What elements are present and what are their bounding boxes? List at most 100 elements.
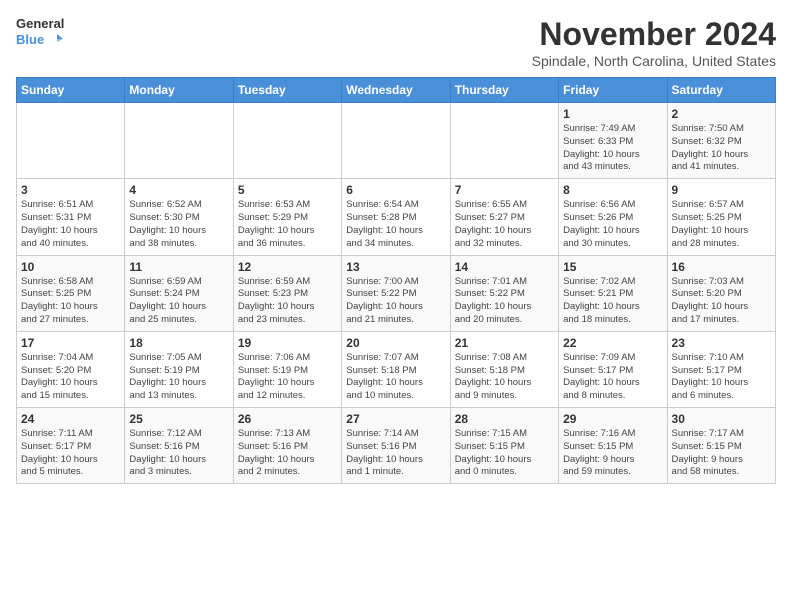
day-number: 19 <box>238 336 337 350</box>
calendar-cell: 29Sunrise: 7:16 AM Sunset: 5:15 PM Dayli… <box>559 408 667 484</box>
day-info: Sunrise: 6:58 AM Sunset: 5:25 PM Dayligh… <box>21 276 120 327</box>
day-info: Sunrise: 7:00 AM Sunset: 5:22 PM Dayligh… <box>346 276 445 327</box>
day-number: 1 <box>563 107 662 121</box>
calendar-cell <box>233 103 341 179</box>
calendar-cell <box>17 103 125 179</box>
title-block: November 2024 Spindale, North Carolina, … <box>532 16 776 69</box>
calendar-cell: 4 Sunrise: 6:52 AM Sunset: 5:30 PM Daylig… <box>125 179 233 255</box>
day-info: Sunrise: 7:09 AM Sunset: 5:17 PM Dayligh… <box>563 352 662 403</box>
calendar-cell: 14Sunrise: 7:01 AM Sunset: 5:22 PM Dayli… <box>450 255 558 331</box>
day-number: 3 <box>21 183 120 197</box>
day-info: Sunrise: 7:03 AM Sunset: 5:20 PM Dayligh… <box>672 276 771 327</box>
day-info: Sunrise: 7:12 AM Sunset: 5:16 PM Dayligh… <box>129 428 228 479</box>
calendar-cell: 3 Sunrise: 6:51 AM Sunset: 5:31 PM Daylig… <box>17 179 125 255</box>
day-number: 6 <box>346 183 445 197</box>
day-number: 28 <box>455 412 554 426</box>
day-number: 17 <box>21 336 120 350</box>
page-header: General Blue November 2024 Spindale, Nor… <box>16 16 776 69</box>
day-number: 30 <box>672 412 771 426</box>
calendar-cell: 16 Sunrise: 7:03 AM Sunset: 5:20 PM Dayli… <box>667 255 775 331</box>
calendar-cell <box>450 103 558 179</box>
day-number: 21 <box>455 336 554 350</box>
week-row-2: 3 Sunrise: 6:51 AM Sunset: 5:31 PM Daylig… <box>17 179 776 255</box>
weekday-thursday: Thursday <box>450 78 558 103</box>
logo: General Blue <box>16 16 64 47</box>
calendar-cell: 23Sunrise: 7:10 AM Sunset: 5:17 PM Dayli… <box>667 331 775 407</box>
day-info: Sunrise: 7:49 AM Sunset: 6:33 PM Dayligh… <box>563 123 662 174</box>
day-info: Sunrise: 6:53 AM Sunset: 5:29 PM Dayligh… <box>238 199 337 250</box>
day-number: 7 <box>455 183 554 197</box>
calendar-cell: 11 Sunrise: 6:59 AM Sunset: 5:24 PM Dayli… <box>125 255 233 331</box>
day-info: Sunrise: 7:15 AM Sunset: 5:15 PM Dayligh… <box>455 428 554 479</box>
day-info: Sunrise: 7:06 AM Sunset: 5:19 PM Dayligh… <box>238 352 337 403</box>
calendar-cell: 8 Sunrise: 6:56 AM Sunset: 5:26 PM Daylig… <box>559 179 667 255</box>
calendar-cell: 22 Sunrise: 7:09 AM Sunset: 5:17 PM Dayli… <box>559 331 667 407</box>
calendar-cell <box>125 103 233 179</box>
day-info: Sunrise: 7:04 AM Sunset: 5:20 PM Dayligh… <box>21 352 120 403</box>
day-number: 24 <box>21 412 120 426</box>
calendar-cell: 28 Sunrise: 7:15 AM Sunset: 5:15 PM Dayli… <box>450 408 558 484</box>
calendar-cell: 27Sunrise: 7:14 AM Sunset: 5:16 PM Dayli… <box>342 408 450 484</box>
day-number: 2 <box>672 107 771 121</box>
day-number: 16 <box>672 260 771 274</box>
weekday-saturday: Saturday <box>667 78 775 103</box>
day-number: 11 <box>129 260 228 274</box>
calendar-cell: 20 Sunrise: 7:07 AM Sunset: 5:18 PM Dayli… <box>342 331 450 407</box>
day-number: 20 <box>346 336 445 350</box>
calendar-cell: 7 Sunrise: 6:55 AM Sunset: 5:27 PM Daylig… <box>450 179 558 255</box>
day-info: Sunrise: 7:07 AM Sunset: 5:18 PM Dayligh… <box>346 352 445 403</box>
day-number: 4 <box>129 183 228 197</box>
calendar-cell: 2 Sunrise: 7:50 AM Sunset: 6:32 PM Daylig… <box>667 103 775 179</box>
day-info: Sunrise: 7:10 AM Sunset: 5:17 PM Dayligh… <box>672 352 771 403</box>
calendar-cell: 24Sunrise: 7:11 AM Sunset: 5:17 PM Dayli… <box>17 408 125 484</box>
calendar-table: SundayMondayTuesdayWednesdayThursdayFrid… <box>16 77 776 484</box>
day-number: 25 <box>129 412 228 426</box>
calendar-cell: 30 Sunrise: 7:17 AM Sunset: 5:15 PM Dayli… <box>667 408 775 484</box>
week-row-1: 1 Sunrise: 7:49 AM Sunset: 6:33 PM Daylig… <box>17 103 776 179</box>
day-number: 22 <box>563 336 662 350</box>
calendar-cell: 1 Sunrise: 7:49 AM Sunset: 6:33 PM Daylig… <box>559 103 667 179</box>
day-number: 15 <box>563 260 662 274</box>
day-info: Sunrise: 7:50 AM Sunset: 6:32 PM Dayligh… <box>672 123 771 174</box>
weekday-tuesday: Tuesday <box>233 78 341 103</box>
calendar-cell: 6 Sunrise: 6:54 AM Sunset: 5:28 PM Daylig… <box>342 179 450 255</box>
day-info: Sunrise: 6:51 AM Sunset: 5:31 PM Dayligh… <box>21 199 120 250</box>
day-info: Sunrise: 6:57 AM Sunset: 5:25 PM Dayligh… <box>672 199 771 250</box>
calendar-cell: 17 Sunrise: 7:04 AM Sunset: 5:20 PM Dayli… <box>17 331 125 407</box>
weekday-monday: Monday <box>125 78 233 103</box>
day-info: Sunrise: 6:59 AM Sunset: 5:24 PM Dayligh… <box>129 276 228 327</box>
calendar-cell: 9Sunrise: 6:57 AM Sunset: 5:25 PM Daylig… <box>667 179 775 255</box>
day-number: 5 <box>238 183 337 197</box>
day-number: 8 <box>563 183 662 197</box>
calendar-cell: 10Sunrise: 6:58 AM Sunset: 5:25 PM Dayli… <box>17 255 125 331</box>
calendar-cell: 19 Sunrise: 7:06 AM Sunset: 5:19 PM Dayli… <box>233 331 341 407</box>
calendar-cell <box>342 103 450 179</box>
day-info: Sunrise: 6:54 AM Sunset: 5:28 PM Dayligh… <box>346 199 445 250</box>
weekday-friday: Friday <box>559 78 667 103</box>
day-number: 29 <box>563 412 662 426</box>
day-number: 13 <box>346 260 445 274</box>
location: Spindale, North Carolina, United States <box>532 53 776 69</box>
day-number: 27 <box>346 412 445 426</box>
week-row-5: 24Sunrise: 7:11 AM Sunset: 5:17 PM Dayli… <box>17 408 776 484</box>
day-info: Sunrise: 7:08 AM Sunset: 5:18 PM Dayligh… <box>455 352 554 403</box>
day-number: 12 <box>238 260 337 274</box>
calendar-cell: 26Sunrise: 7:13 AM Sunset: 5:16 PM Dayli… <box>233 408 341 484</box>
day-info: Sunrise: 7:13 AM Sunset: 5:16 PM Dayligh… <box>238 428 337 479</box>
day-number: 18 <box>129 336 228 350</box>
calendar-cell: 12Sunrise: 6:59 AM Sunset: 5:23 PM Dayli… <box>233 255 341 331</box>
weekday-wednesday: Wednesday <box>342 78 450 103</box>
day-info: Sunrise: 7:02 AM Sunset: 5:21 PM Dayligh… <box>563 276 662 327</box>
day-info: Sunrise: 7:17 AM Sunset: 5:15 PM Dayligh… <box>672 428 771 479</box>
day-info: Sunrise: 7:05 AM Sunset: 5:19 PM Dayligh… <box>129 352 228 403</box>
day-info: Sunrise: 6:52 AM Sunset: 5:30 PM Dayligh… <box>129 199 228 250</box>
calendar-cell: 13 Sunrise: 7:00 AM Sunset: 5:22 PM Dayli… <box>342 255 450 331</box>
day-number: 14 <box>455 260 554 274</box>
calendar-cell: 15 Sunrise: 7:02 AM Sunset: 5:21 PM Dayli… <box>559 255 667 331</box>
month-title: November 2024 <box>532 16 776 53</box>
day-info: Sunrise: 6:56 AM Sunset: 5:26 PM Dayligh… <box>563 199 662 250</box>
week-row-4: 17 Sunrise: 7:04 AM Sunset: 5:20 PM Dayli… <box>17 331 776 407</box>
day-info: Sunrise: 6:55 AM Sunset: 5:27 PM Dayligh… <box>455 199 554 250</box>
weekday-header-row: SundayMondayTuesdayWednesdayThursdayFrid… <box>17 78 776 103</box>
week-row-3: 10Sunrise: 6:58 AM Sunset: 5:25 PM Dayli… <box>17 255 776 331</box>
